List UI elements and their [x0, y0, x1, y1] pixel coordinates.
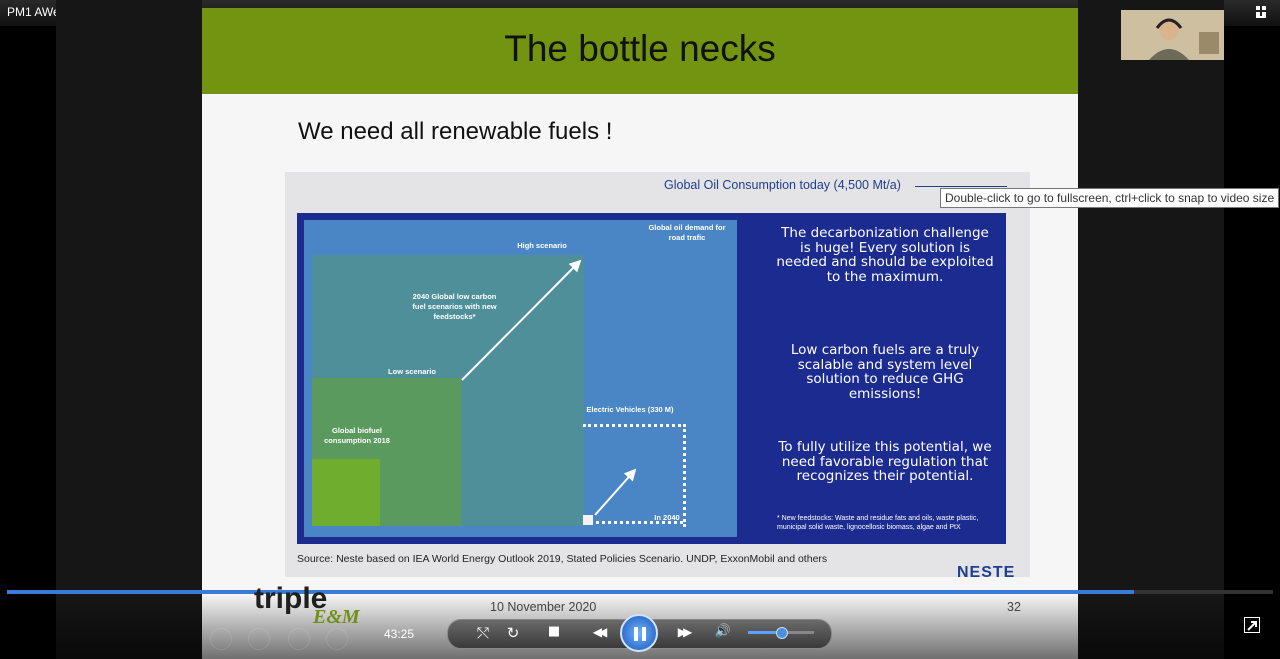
low-scenario-label: Low scenario [388, 367, 436, 376]
repeat-icon[interactable]: ↻ [503, 624, 523, 642]
pause-icon [634, 627, 638, 641]
expand-arrow-icon [1247, 621, 1257, 631]
source-note: Source: Neste based on IEA World Energy … [297, 553, 828, 565]
expand-icon[interactable] [1244, 617, 1260, 633]
speaker-webcam[interactable] [1121, 10, 1224, 60]
volume-slider[interactable] [748, 627, 814, 639]
fullscreen-tooltip: Double-click to go to fullscreen, ctrl+c… [940, 188, 1280, 208]
oil-demand-label: Global oil demand for road trafic [648, 223, 726, 242]
volume-knob[interactable] [776, 627, 788, 639]
in-2040-label: In 2040 [654, 513, 680, 522]
pause-button[interactable] [620, 614, 658, 652]
shuffle-icon[interactable]: ⤲ [473, 624, 493, 642]
elapsed-time: 43:25 [384, 627, 415, 641]
regulation-text: To fully utilize this potential, we need… [778, 439, 992, 484]
left-letterbox [56, 0, 202, 659]
slide-page-number: 32 [1007, 600, 1021, 614]
slide[interactable]: The bottle necks We need all renewable f… [202, 8, 1078, 659]
pause-icon [642, 627, 646, 641]
forward-button[interactable]: ▶▶ [668, 625, 698, 639]
high-scenario-label: High scenario [517, 241, 567, 250]
feedstock-footnote: * New feedstocks: Waste and residue fats… [777, 515, 979, 531]
challenge-text: The decarbonization challenge is huge! E… [776, 225, 994, 285]
ev-growth-arrow [594, 468, 637, 516]
em-logo: E&M [313, 606, 360, 628]
volume-icon[interactable]: 🔊 [713, 624, 733, 639]
neste-logo: NESTE [957, 564, 1016, 581]
rewind-button[interactable]: ◀◀ [583, 625, 613, 639]
right-letterbox [1078, 0, 1224, 659]
biofuel-label: Global biofuel consumption 2018 [324, 426, 390, 445]
switch-view-icon[interactable] [1256, 6, 1270, 20]
low-carbon-text: Low carbon fuels are a truly scalable an… [790, 342, 980, 402]
speaker-video-icon [1121, 10, 1224, 60]
low-carbon-scenarios-label: 2040 Global low carbon fuel scenarios wi… [412, 292, 497, 321]
ev-label: Electric Vehicles (330 M) [586, 405, 674, 414]
ghost-control-icon [288, 628, 310, 650]
stop-button[interactable]: ■ [544, 624, 564, 639]
ghost-control-icon [248, 628, 270, 650]
ghost-control-icon [210, 628, 232, 650]
slide-date: 10 November 2020 [490, 600, 597, 614]
ghost-control-icon [326, 628, 348, 650]
